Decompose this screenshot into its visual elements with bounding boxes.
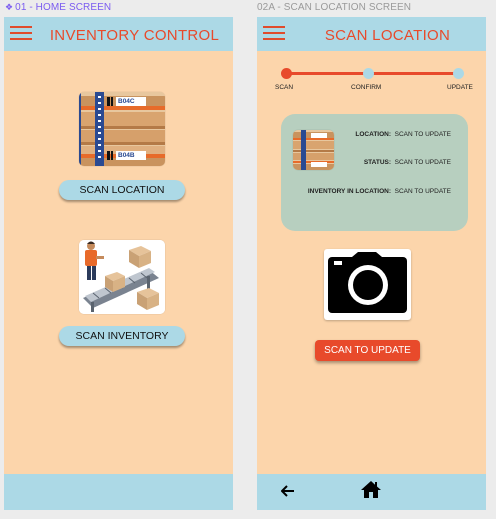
shelf-thumbnail-image <box>293 130 334 170</box>
frame-label-home-text: 01 - HOME SCREEN <box>15 2 112 13</box>
location-row: LOCATION: SCAN TO UPDATE <box>355 131 451 138</box>
frame-label-home: ❖ 01 - HOME SCREEN <box>5 2 111 13</box>
location-label: LOCATION: <box>355 131 392 138</box>
component-diamond-icon: ❖ <box>5 2 14 12</box>
shelf-label-top: B04C <box>118 98 135 105</box>
step-update-dot <box>453 68 464 79</box>
warehouse-shelf-image: B04C B04B <box>79 92 165 166</box>
scan-location-screen: SCAN LOCATION SCAN CONFIRM UPDATE LOCATI… <box>257 17 486 510</box>
page-title: SCAN LOCATION <box>324 27 451 44</box>
frame-label-scan-location: 02A - SCAN LOCATION SCREEN <box>257 2 412 13</box>
step-confirm-label: CONFIRM <box>351 84 382 91</box>
scan-inventory-button[interactable]: SCAN INVENTORY <box>59 326 185 346</box>
scan-to-update-button[interactable]: SCAN TO UPDATE <box>315 340 420 361</box>
warehouse-worker-image <box>79 240 165 314</box>
arrow-left-icon <box>281 485 294 497</box>
inventory-value: SCAN TO UPDATE <box>394 188 451 195</box>
inventory-label: INVENTORY IN LOCATION: <box>307 188 392 195</box>
header-bar: SCAN LOCATION <box>257 17 486 51</box>
camera-button[interactable] <box>324 249 411 320</box>
step-confirm-dot <box>363 68 374 79</box>
status-value: SCAN TO UPDATE <box>394 159 451 166</box>
header-bar: INVENTORY CONTROL <box>4 17 233 51</box>
progress-stepper: SCAN CONFIRM UPDATE <box>275 68 473 98</box>
location-value: SCAN TO UPDATE <box>394 131 451 138</box>
footer-bar <box>257 474 486 510</box>
footer-bar <box>4 474 233 510</box>
inventory-row: INVENTORY IN LOCATION: SCAN TO UPDATE <box>308 188 451 195</box>
home-screen: INVENTORY CONTROL B04C B04B SCAN LOCATIO… <box>4 17 233 510</box>
step-update-label: UPDATE <box>447 84 473 91</box>
home-icon <box>361 481 381 498</box>
status-row: STATUS: SCAN TO UPDATE <box>364 159 451 166</box>
hamburger-menu-icon[interactable] <box>263 25 285 41</box>
step-scan-label: SCAN <box>275 84 294 91</box>
step-scan-dot <box>281 68 292 79</box>
back-button[interactable] <box>281 484 295 502</box>
status-label: STATUS: <box>363 159 392 166</box>
camera-icon <box>328 252 407 313</box>
page-title: INVENTORY CONTROL <box>49 27 220 44</box>
home-button[interactable] <box>360 480 382 504</box>
location-info-card: LOCATION: SCAN TO UPDATE STATUS: SCAN TO… <box>281 114 468 231</box>
shelf-label-bottom: B04B <box>118 152 135 159</box>
scan-location-button[interactable]: SCAN LOCATION <box>59 180 185 200</box>
hamburger-menu-icon[interactable] <box>10 25 32 41</box>
